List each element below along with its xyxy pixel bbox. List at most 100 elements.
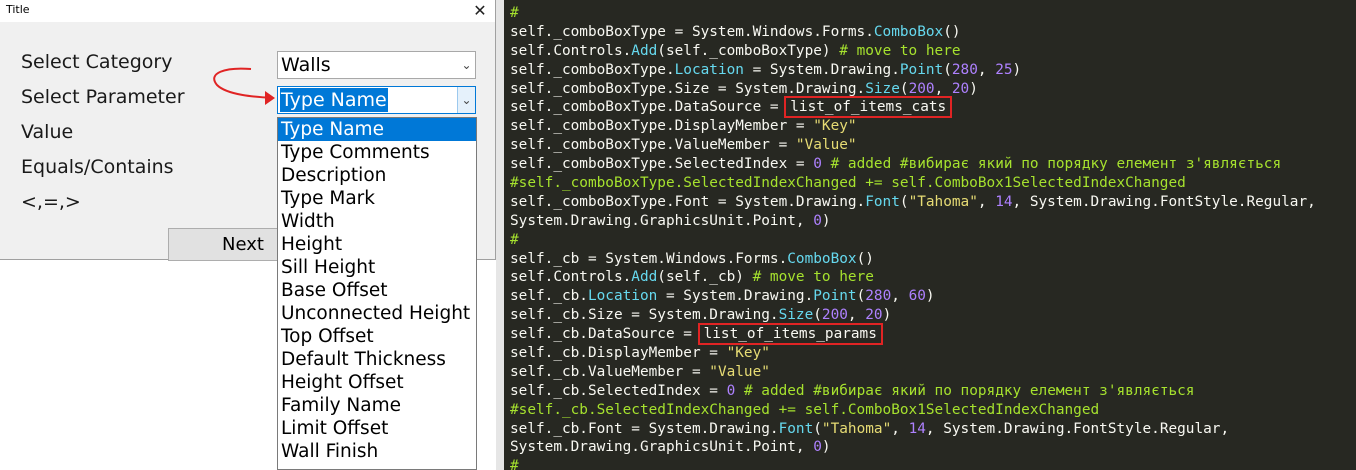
code-token: self._cb.Font = System.Drawing. bbox=[510, 420, 779, 437]
code-token: ( bbox=[899, 80, 909, 97]
dropdown-option[interactable]: Limit Offset bbox=[278, 417, 476, 440]
window-title: Title bbox=[6, 3, 30, 16]
code-token: "Key" bbox=[726, 345, 770, 362]
code-token: Point bbox=[813, 288, 857, 305]
code-token: () bbox=[856, 250, 874, 267]
code-token: # bbox=[510, 458, 519, 470]
code-line: self.Controls.Add(self._comboBoxType) # … bbox=[510, 42, 1316, 61]
code-token: ) bbox=[1012, 61, 1022, 78]
code-token: self._comboBoxType = System.Windows.Form… bbox=[510, 23, 874, 40]
dropdown-option[interactable]: Unconnected Height bbox=[278, 302, 476, 325]
dropdown-option[interactable]: Type Comments bbox=[278, 141, 476, 164]
dropdown-option[interactable]: Type Name bbox=[278, 118, 476, 141]
code-token: 200 bbox=[821, 307, 848, 324]
dropdown-option[interactable]: Height bbox=[278, 233, 476, 256]
code-token: , bbox=[934, 80, 952, 97]
red-arrow-annotation bbox=[213, 67, 275, 105]
code-token: 14 bbox=[908, 420, 926, 437]
code-line: self._cb.DisplayMember = "Key" bbox=[510, 344, 1316, 363]
code-token: ( bbox=[899, 193, 909, 210]
chevron-down-icon[interactable]: ⌄ bbox=[458, 52, 475, 78]
code-token: System.Drawing.GraphicsUnit.Point, bbox=[510, 212, 814, 229]
dropdown-option[interactable]: Family Name bbox=[278, 394, 476, 417]
code-token: (self._cb) bbox=[657, 269, 753, 286]
code-token: Add bbox=[631, 269, 658, 286]
highlighted-identifier: list_of_items_params bbox=[697, 323, 883, 346]
dropdown-option[interactable]: Width bbox=[278, 210, 476, 233]
code-line: self._cb = System.Windows.Forms.ComboBox… bbox=[510, 250, 1316, 269]
code-line: self._cb.ValueMember = "Value" bbox=[510, 363, 1316, 382]
code-token: System.Drawing.GraphicsUnit.Point, bbox=[510, 439, 814, 456]
code-token: 280 bbox=[865, 288, 892, 305]
code-token: 20 bbox=[951, 80, 970, 97]
highlighted-identifier: list_of_items_cats bbox=[784, 96, 953, 119]
code-token: # bbox=[510, 5, 519, 21]
code-token: ComboBox bbox=[873, 23, 944, 40]
label-select-category: Select Category bbox=[21, 51, 173, 73]
code-token: , System.Drawing.FontStyle.Regular, bbox=[1012, 193, 1316, 210]
code-token: Location bbox=[674, 61, 744, 78]
code-token: , bbox=[891, 420, 909, 437]
code-token: Size bbox=[778, 307, 814, 324]
dropdown-option[interactable]: Sill Height bbox=[278, 256, 476, 279]
code-line: self._comboBoxType.SelectedIndex = 0 # a… bbox=[510, 155, 1316, 174]
code-editor[interactable]: # self._comboBoxType = System.Windows.For… bbox=[504, 0, 1356, 470]
code-token: ComboBox bbox=[787, 250, 857, 267]
code-token: # move to here bbox=[839, 42, 961, 59]
code-token: Font bbox=[865, 193, 900, 210]
code-token: self._comboBoxType.DataSource = bbox=[510, 99, 788, 116]
dropdown-option[interactable]: Default Thickness bbox=[278, 348, 476, 371]
code-token: self._comboBoxType.SelectedIndex = bbox=[510, 156, 814, 173]
code-token: , bbox=[891, 288, 909, 305]
dropdown-option[interactable]: Wall Finish bbox=[278, 440, 476, 463]
code-token: , bbox=[847, 307, 866, 324]
chevron-down-icon[interactable]: ⌄ bbox=[457, 87, 475, 113]
code-token: self._comboBoxType. bbox=[510, 61, 675, 78]
dropdown-option[interactable]: Type Mark bbox=[278, 187, 476, 210]
code-line: self._comboBoxType = System.Windows.Form… bbox=[510, 23, 1316, 42]
parameter-dropdown-list[interactable]: Type Name Type Comments Description Type Ma… bbox=[277, 117, 477, 470]
code-line: System.Drawing.GraphicsUnit.Point, 0) bbox=[510, 212, 1316, 231]
code-token: self._cb.DataSource = bbox=[510, 326, 701, 343]
code-token: "Tahoma" bbox=[908, 193, 978, 210]
code-line: self._comboBoxType.DisplayMember = "Key" bbox=[510, 117, 1316, 136]
dropdown-option[interactable]: Description bbox=[278, 164, 476, 187]
dropdown-option[interactable]: Top Offset bbox=[278, 325, 476, 348]
label-select-parameter: Select Parameter bbox=[21, 86, 185, 108]
code-token: self._comboBoxType.Size = System.Drawing… bbox=[510, 80, 866, 97]
code-token: self._cb.DisplayMember = bbox=[510, 345, 727, 362]
code-line: self._comboBoxType.Location = System.Dra… bbox=[510, 61, 1316, 80]
code-token: = System.Drawing. bbox=[743, 61, 900, 78]
code-token: , bbox=[977, 61, 996, 78]
code-lines: # self._comboBoxType = System.Windows.For… bbox=[510, 4, 1316, 470]
code-token: 60 bbox=[908, 288, 926, 305]
parameter-combobox-value: Type Name bbox=[280, 88, 388, 112]
category-combobox[interactable]: Walls ⌄ bbox=[277, 51, 476, 79]
code-token: self._comboBoxType.ValueMember = bbox=[510, 137, 796, 154]
code-token: Point bbox=[899, 61, 944, 78]
code-token: 25 bbox=[995, 61, 1013, 78]
code-token: self._cb. bbox=[510, 288, 588, 305]
code-token: Size bbox=[865, 80, 900, 97]
code-token: self._cb.SelectedIndex = bbox=[510, 382, 727, 399]
close-icon[interactable]: ✕ bbox=[465, 0, 495, 22]
code-token: "Key" bbox=[813, 118, 857, 135]
code-token: , bbox=[977, 193, 996, 210]
code-token: self._cb = System.Windows.Forms. bbox=[510, 250, 788, 267]
dropdown-option[interactable]: Height Offset bbox=[278, 371, 476, 394]
label-comparison: <,=,> bbox=[21, 191, 81, 213]
code-token: ) bbox=[925, 288, 935, 305]
code-line: self._cb.Size = System.Drawing.Size(200,… bbox=[510, 306, 1316, 325]
code-line: self._comboBoxType.Font = System.Drawing… bbox=[510, 193, 1316, 212]
code-token: Location bbox=[587, 288, 658, 305]
code-line: self._comboBoxType.ValueMember = "Value" bbox=[510, 136, 1316, 155]
code-line: #self._cb.SelectedIndexChanged += self.C… bbox=[510, 401, 1316, 420]
code-token: # bbox=[510, 231, 519, 248]
parameter-combobox[interactable]: Type Name ⌄ bbox=[277, 86, 476, 114]
dropdown-option[interactable]: Base Offset bbox=[278, 279, 476, 302]
code-line: self._cb.SelectedIndex = 0 # added #виби… bbox=[510, 382, 1316, 401]
code-token: self.Controls. bbox=[510, 269, 632, 286]
category-combobox-value: Walls bbox=[281, 54, 331, 76]
code-token: # added #вибирає який по порядку елемент… bbox=[830, 156, 1282, 173]
